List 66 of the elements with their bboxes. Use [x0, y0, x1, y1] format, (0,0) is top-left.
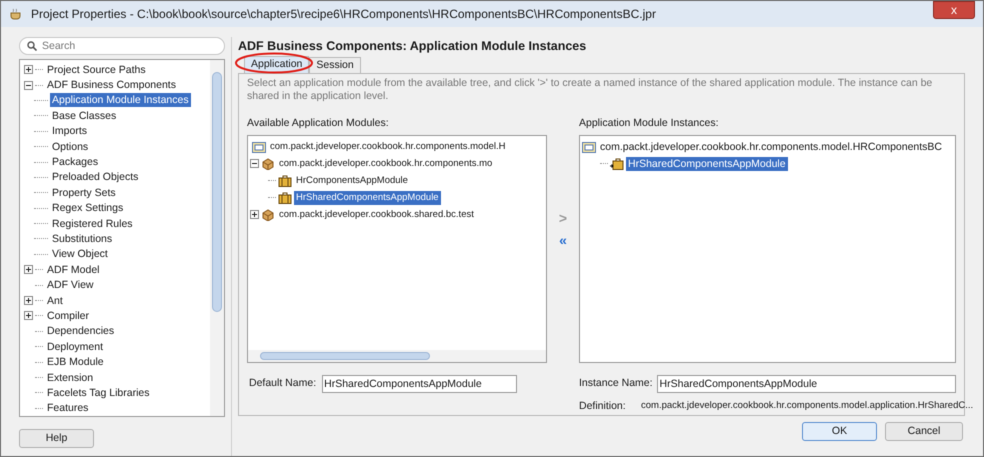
- description-text: Select an application module from the available tree, and click '>' to create a named instance of the shared application module. The instance can be shared in the application level.: [247, 77, 934, 104]
- definition-value: com.packt.jdeveloper.cookbook.hr.components.model.application.HrSharedC...: [641, 399, 974, 414]
- tree-item[interactable]: Facelets Tag Libraries: [45, 386, 152, 400]
- tree-item[interactable]: ADF Business Components: [45, 78, 178, 92]
- briefcase-icon: [278, 174, 292, 187]
- tree-item[interactable]: Project Source Paths: [45, 62, 148, 77]
- tree-item[interactable]: Property Sets: [50, 186, 118, 200]
- available-modules-label: Available Application Modules:: [247, 116, 390, 130]
- search-icon: [27, 41, 37, 51]
- expand-icon[interactable]: [250, 210, 259, 220]
- instance-name-field[interactable]: HrSharedComponentsAppModule: [656, 375, 956, 394]
- box-icon: [261, 158, 275, 170]
- expand-icon[interactable]: [24, 311, 33, 320]
- remove-button[interactable]: «: [559, 232, 567, 246]
- briefcase-icon: [610, 158, 624, 170]
- instance-name-label: Instance Name:: [579, 376, 653, 392]
- tree-item[interactable]: Extension: [45, 370, 96, 384]
- collapse-icon[interactable]: [24, 80, 33, 90]
- tree-item[interactable]: ADF View: [45, 278, 96, 292]
- definition-label: Definition:: [579, 399, 627, 414]
- horizontal-scrollbar[interactable]: [248, 350, 546, 362]
- tab[interactable]: Session: [309, 57, 361, 73]
- tree-item[interactable]: ADF Model: [45, 262, 102, 277]
- collapse-icon[interactable]: [250, 159, 259, 168]
- default-name-label: Default Name:: [249, 376, 316, 392]
- tree-item[interactable]: HrSharedComponentsAppModule: [626, 156, 788, 171]
- scrollbar[interactable]: [210, 60, 224, 416]
- tree-item[interactable]: Registered Rules: [50, 216, 135, 231]
- tree-item[interactable]: com.packt.jdeveloper.cookbook.hr.components.model.HRComponentsBC: [598, 140, 944, 154]
- cancel-button[interactable]: Cancel: [885, 422, 963, 441]
- tree-item[interactable]: Application Module Instances: [50, 93, 191, 108]
- window-title: Project Properties - C:\book\book\source\chapter5\recipe6\HRComponents\HRComponentsBC\HRComponentsBC.jpr: [31, 6, 657, 23]
- tree-item[interactable]: com.packt.jdeveloper.cookbook.shared.bc.test: [277, 208, 476, 222]
- coffee-cup-icon: [9, 8, 23, 20]
- expand-icon[interactable]: [24, 65, 33, 74]
- module-instances-label: Application Module Instances:: [579, 116, 720, 130]
- tree-item[interactable]: Substitutions: [50, 232, 114, 246]
- tree-item[interactable]: Imports: [50, 124, 90, 138]
- ok-button[interactable]: OK: [802, 422, 877, 441]
- tree-item[interactable]: Packages: [50, 155, 100, 170]
- tree-item[interactable]: HrComponentsAppModule: [294, 174, 410, 188]
- expand-icon[interactable]: [24, 265, 33, 274]
- tree-item[interactable]: Compiler: [45, 308, 92, 323]
- default-name-field[interactable]: HrSharedComponentsAppModule: [322, 375, 518, 394]
- help-button[interactable]: Help: [19, 429, 94, 448]
- folder-icon: [252, 140, 266, 153]
- folder-icon: [582, 140, 596, 153]
- page-heading: ADF Business Components: Application Module Instances: [238, 38, 588, 53]
- tree-item[interactable]: Deployment: [45, 340, 106, 354]
- tree-item[interactable]: Regex Settings: [50, 201, 126, 216]
- box-icon: [261, 208, 275, 221]
- briefcase-icon: [278, 192, 292, 204]
- search-field[interactable]: Search: [19, 37, 225, 55]
- tree-item[interactable]: Base Classes: [50, 108, 118, 123]
- tree-item[interactable]: View Object: [50, 247, 110, 262]
- tree-item[interactable]: com.packt.jdeveloper.cookbook.hr.components.model.H: [268, 140, 508, 154]
- tree-item[interactable]: com.packt.jdeveloper.cookbook.hr.components.mo: [277, 156, 494, 171]
- tree-item[interactable]: Preloaded Objects: [50, 170, 140, 184]
- tree-item[interactable]: Ant: [45, 294, 65, 308]
- close-button[interactable]: x: [933, 1, 975, 19]
- tree-item[interactable]: EJB Module: [45, 355, 106, 370]
- expand-icon[interactable]: [24, 296, 33, 306]
- tree-item[interactable]: Dependencies: [45, 324, 116, 338]
- tree-item[interactable]: Features: [45, 401, 90, 416]
- tree-item[interactable]: HrSharedComponentsAppModule: [294, 190, 441, 205]
- tree-item[interactable]: Options: [50, 140, 90, 154]
